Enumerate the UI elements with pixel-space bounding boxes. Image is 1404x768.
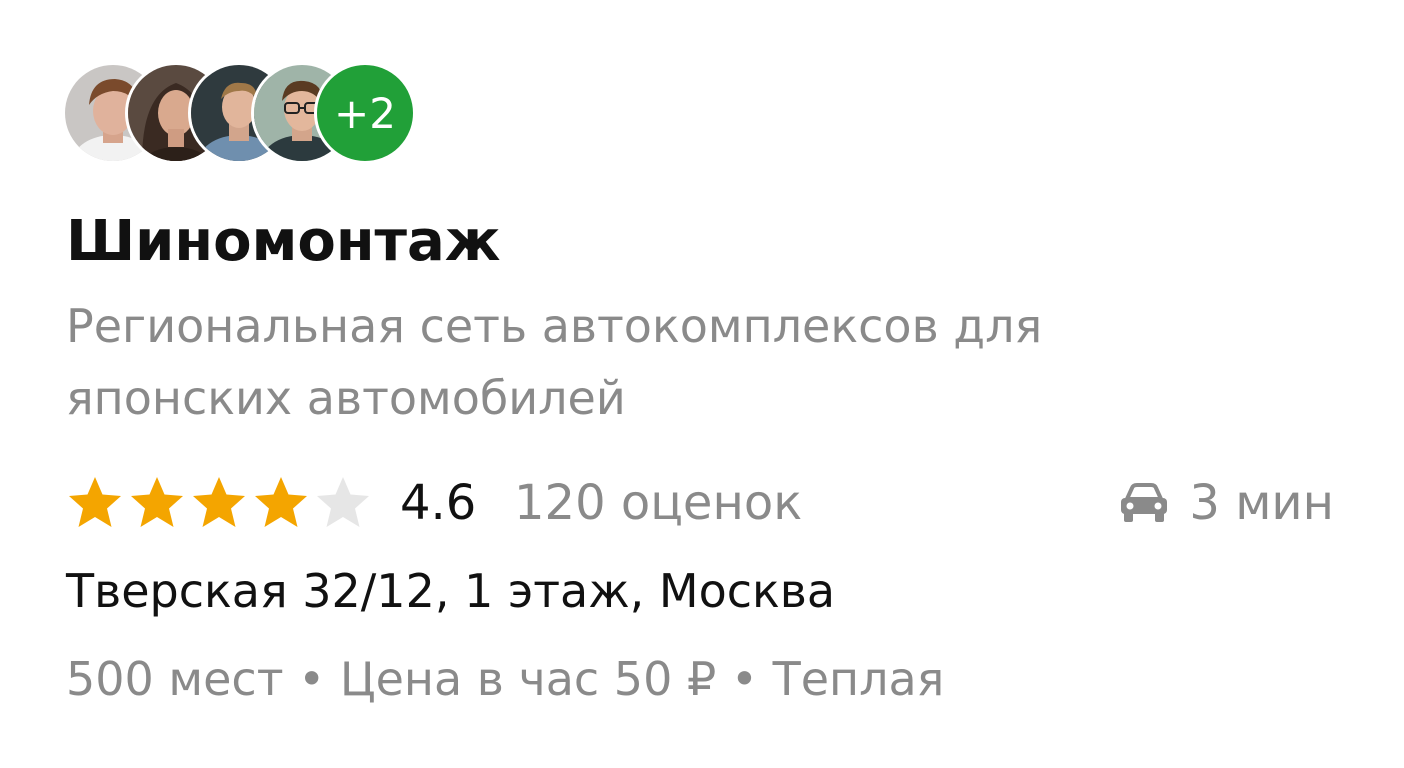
star-icon [128, 475, 186, 531]
star-icon [252, 475, 310, 531]
travel-time: 3 мин [1117, 468, 1334, 538]
rating-value: 4.6 [400, 475, 477, 531]
rating-count[interactable]: 120 оценок [514, 468, 802, 538]
place-card[interactable]: +2 Шиномонтаж Региональная сеть автокомп… [0, 0, 1404, 768]
avatar-group[interactable]: +2 [62, 62, 442, 164]
star-icon [66, 475, 124, 531]
place-description: Региональная сеть автокомплексов для япо… [66, 299, 1043, 425]
travel-time-text: 3 мин [1189, 475, 1334, 531]
place-details: 500 мест • Цена в час 50 ₽ • Теплая [66, 652, 945, 706]
more-avatars-badge[interactable]: +2 [314, 62, 416, 164]
star-icon [314, 475, 372, 531]
rating-row: 4.6 120 оценок 3 мин [66, 468, 1346, 538]
place-address: Тверская 32/12, 1 этаж, Москва [66, 564, 836, 618]
rating-stars [66, 475, 372, 531]
car-icon [1117, 481, 1171, 525]
star-icon [190, 475, 248, 531]
place-title: Шиномонтаж [66, 209, 501, 274]
